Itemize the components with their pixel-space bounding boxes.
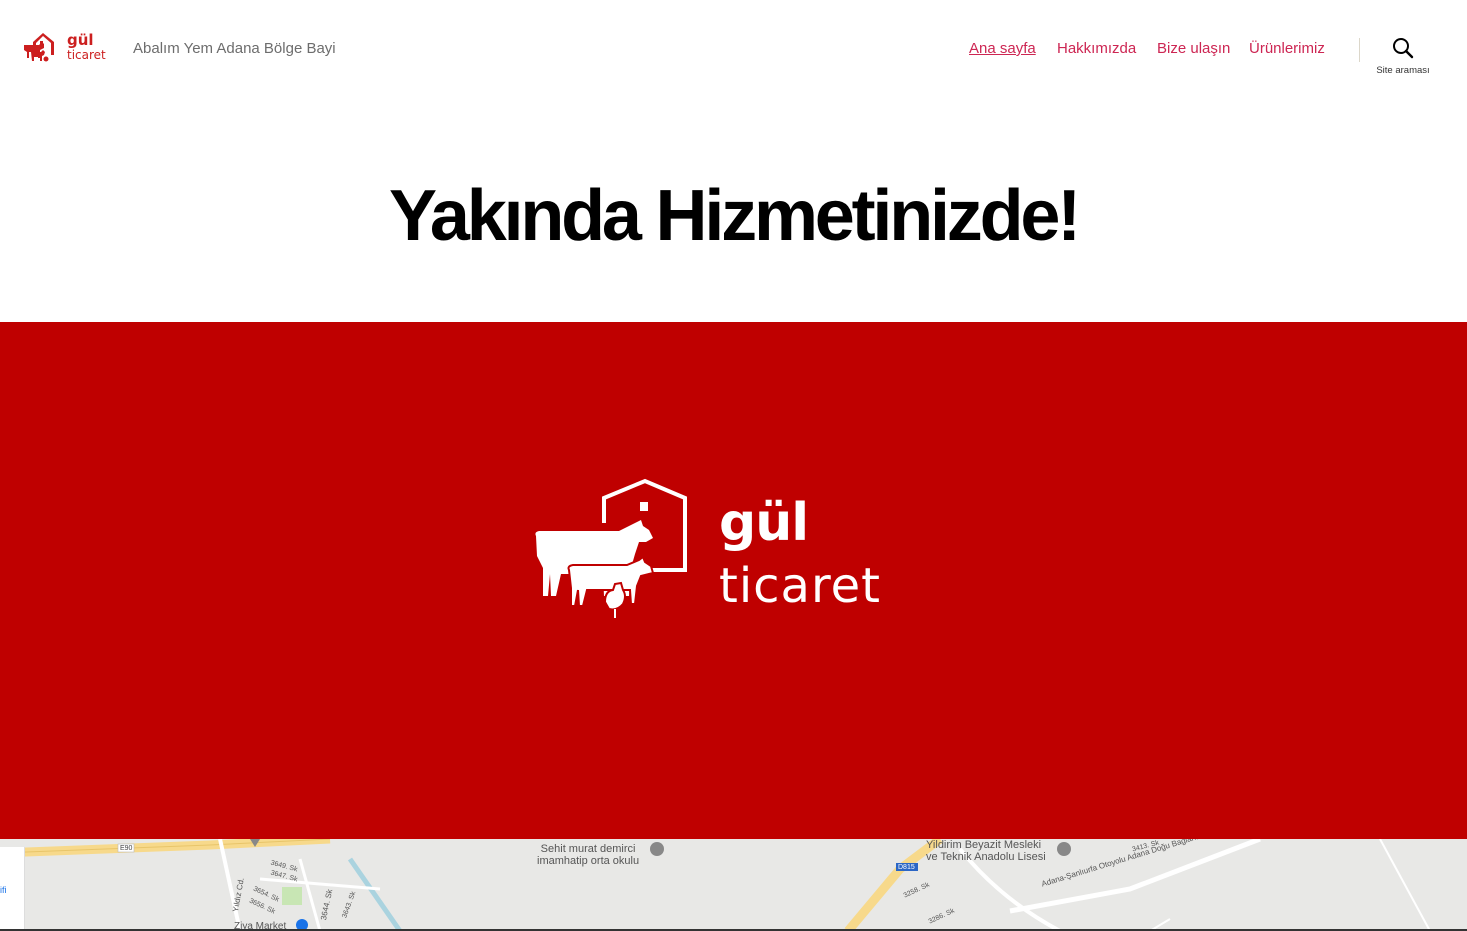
map-label-d815: D815 xyxy=(898,864,915,871)
nav-item-about[interactable]: Hakkımızda xyxy=(1057,40,1136,57)
search-icon xyxy=(1393,38,1414,59)
embedded-map[interactable]: ifi Sehit murat demirci imamhatip orta o… xyxy=(0,839,1467,931)
nav-item-home[interactable]: Ana sayfa xyxy=(969,40,1036,57)
nav-divider xyxy=(1359,38,1360,62)
hero-cover: gül ticaret xyxy=(0,322,1467,839)
map-side-panel[interactable]: ifi xyxy=(0,847,25,931)
map-panel-label: ifi xyxy=(0,885,7,895)
hero-brand-logo: gül ticaret xyxy=(535,478,881,618)
map-label-school: Sehit murat demirci imamhatip orta okulu xyxy=(537,843,640,867)
nav-item-products[interactable]: Ürünlerimiz xyxy=(1249,40,1325,57)
site-header: gül ticaret Abalım Yem Adana Bölge Bayi … xyxy=(0,0,1467,100)
barn-window xyxy=(640,502,648,511)
hero-brand-ticaret: ticaret xyxy=(719,558,881,614)
primary-nav: Ana sayfa Hakkımızda Bize ulaşın Ürünler… xyxy=(0,38,1467,62)
hero-brand-gul: gül xyxy=(719,493,808,553)
map-label-lisesi: Yildirim Beyazit Mesleki ve Teknik Anado… xyxy=(926,839,1046,863)
search-toggle-label: Site araması xyxy=(1376,65,1430,76)
page-title: Yakında Hizmetinizde! xyxy=(389,176,1081,256)
nav-item-contact[interactable]: Bize ulaşın xyxy=(1157,40,1230,57)
map-tiles xyxy=(0,839,1431,931)
search-toggle-button[interactable]: Site araması xyxy=(1370,37,1436,81)
map-label-e90: E90 xyxy=(120,845,133,852)
